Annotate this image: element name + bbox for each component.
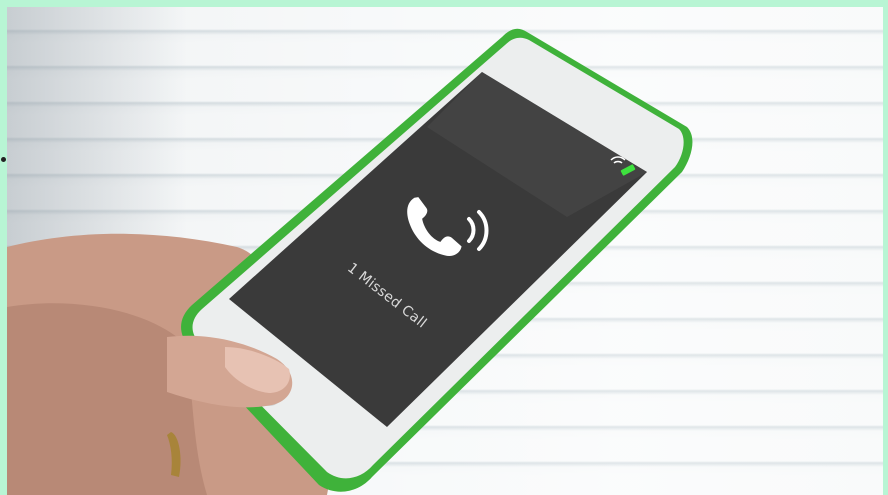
- photo: 1 Missed Call: [7, 7, 883, 495]
- bullet-marker: [1, 157, 6, 162]
- phone-scene: [7, 28, 693, 495]
